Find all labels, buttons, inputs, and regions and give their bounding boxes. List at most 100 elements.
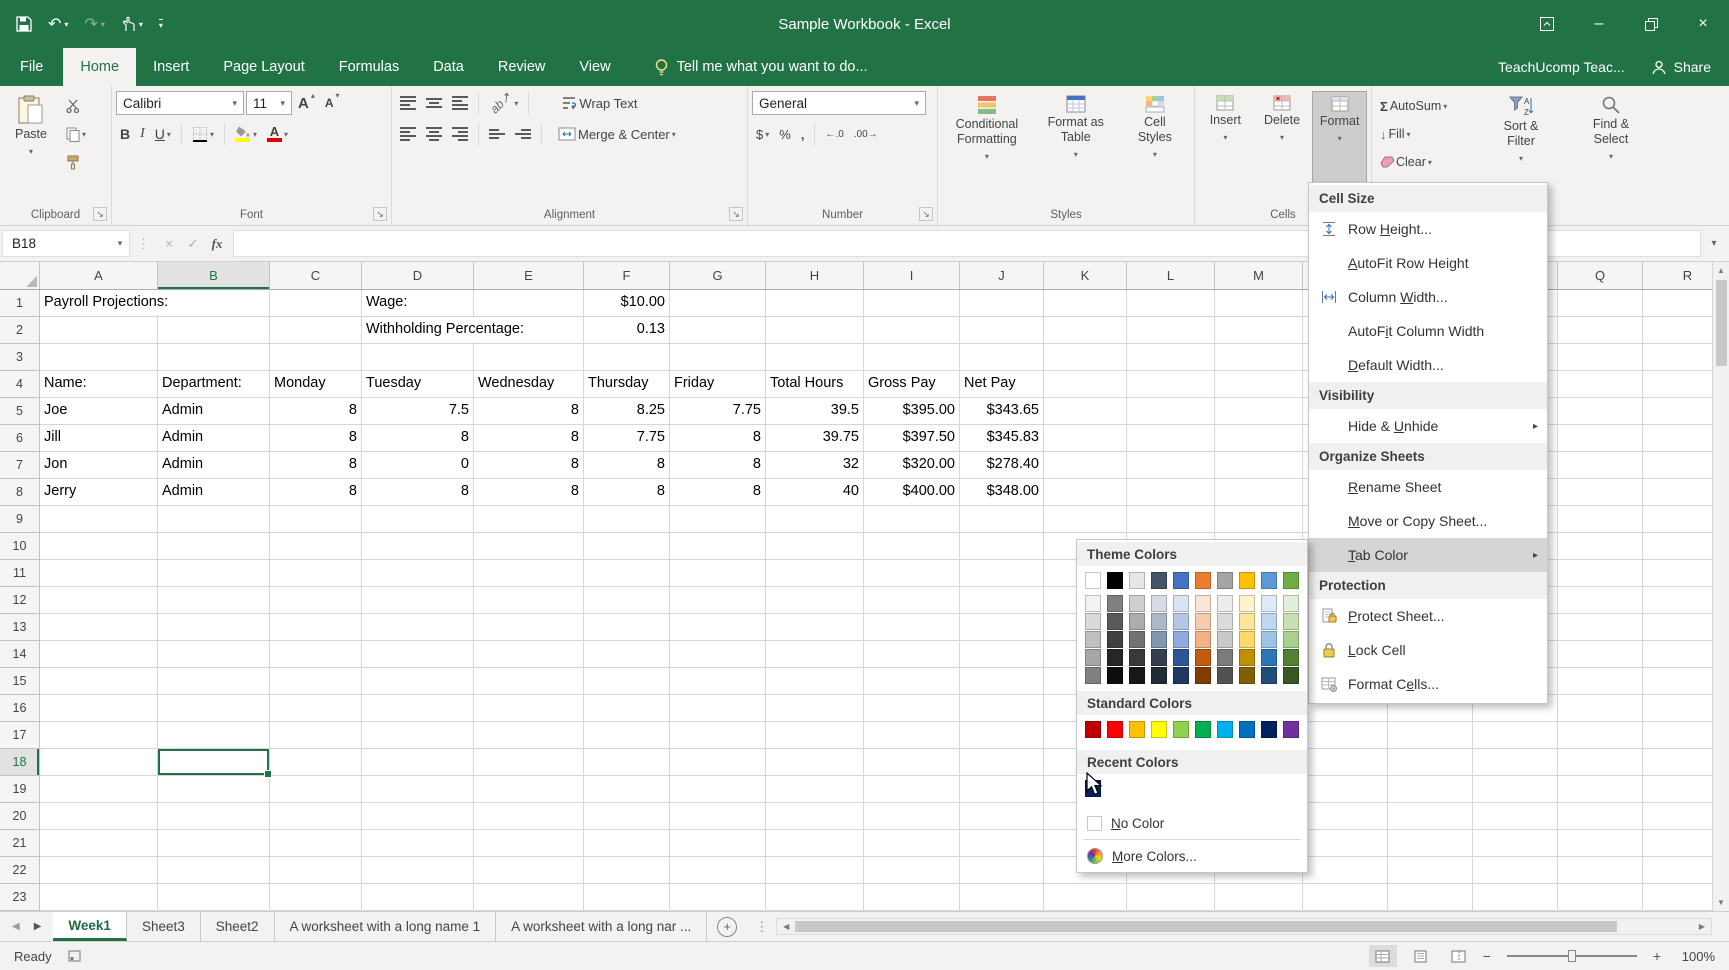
cell-L7[interactable] (1127, 452, 1215, 479)
cell-G11[interactable] (670, 560, 766, 587)
cell-I9[interactable] (864, 506, 960, 533)
column-header-Q[interactable]: Q (1558, 262, 1643, 289)
cell-R7[interactable] (1643, 452, 1712, 479)
cell-A4[interactable]: Name: (40, 371, 158, 398)
cell-D13[interactable] (362, 614, 474, 641)
undo-dropdown-icon[interactable]: ▾ (64, 20, 68, 29)
cell-K2[interactable] (1044, 317, 1127, 344)
delete-cells-button[interactable]: Delete ▾ (1256, 91, 1309, 191)
cell-Q22[interactable] (1558, 857, 1643, 884)
menu-item-protect-sheet[interactable]: Protect Sheet... (1309, 599, 1547, 633)
cell-Q16[interactable] (1558, 695, 1643, 722)
cell-J2[interactable] (960, 317, 1044, 344)
row-header-3[interactable]: 3 (0, 344, 40, 371)
theme-variant-swatch[interactable] (1261, 667, 1277, 684)
cell-Q17[interactable] (1558, 722, 1643, 749)
theme-variant-swatch[interactable] (1261, 631, 1277, 648)
customize-qat-button[interactable]: ▾ (158, 18, 163, 30)
cell-L2[interactable] (1127, 317, 1215, 344)
cell-A6[interactable]: Jill (40, 425, 158, 452)
theme-variant-swatch[interactable] (1085, 595, 1101, 612)
column-header-K[interactable]: K (1044, 262, 1127, 289)
cell-N19[interactable] (1303, 776, 1388, 803)
cell-F10[interactable] (584, 533, 670, 560)
cell-G1[interactable] (670, 290, 766, 317)
cell-A5[interactable]: Joe (40, 398, 158, 425)
cell-F3[interactable] (584, 344, 670, 371)
cell-I2[interactable] (864, 317, 960, 344)
cell-F7[interactable]: 8 (584, 452, 670, 479)
theme-variant-swatch[interactable] (1239, 613, 1255, 630)
theme-variant-swatch[interactable] (1151, 613, 1167, 630)
row-header-15[interactable]: 15 (0, 668, 40, 695)
sheet-tab-a-worksheet-with-a-long-nar[interactable]: A worksheet with a long nar ... (496, 912, 708, 941)
theme-variant-swatch[interactable] (1217, 613, 1233, 630)
row-header-14[interactable]: 14 (0, 641, 40, 668)
cell-A12[interactable] (40, 587, 158, 614)
sheet-tab-sheet3[interactable]: Sheet3 (127, 912, 201, 941)
horizontal-scroll-thumb[interactable] (795, 921, 1617, 932)
cell-O23[interactable] (1388, 884, 1473, 911)
menu-item-format-cells[interactable]: Format Cells... (1309, 667, 1547, 701)
cell-B12[interactable] (158, 587, 270, 614)
menu-item-rename-sheet[interactable]: Rename Sheet (1309, 470, 1547, 504)
cell-Q8[interactable] (1558, 479, 1643, 506)
number-format-select[interactable]: General ▾ (752, 91, 926, 115)
cell-P22[interactable] (1473, 857, 1558, 884)
row-header-12[interactable]: 12 (0, 587, 40, 614)
cell-R1[interactable] (1643, 290, 1712, 317)
cell-H3[interactable] (766, 344, 864, 371)
zoom-slider-thumb[interactable] (1567, 950, 1576, 962)
sheet-tab-sheet2[interactable]: Sheet2 (201, 912, 275, 941)
cell-G14[interactable] (670, 641, 766, 668)
cell-G13[interactable] (670, 614, 766, 641)
cell-D18[interactable] (362, 749, 474, 776)
theme-variant-swatch[interactable] (1129, 595, 1145, 612)
comma-style-button[interactable]: , (797, 122, 809, 146)
cell-F9[interactable] (584, 506, 670, 533)
cell-I11[interactable] (864, 560, 960, 587)
menu-item-hide-unhide[interactable]: Hide & Unhide ▸ (1309, 409, 1547, 443)
conditional-formatting-button[interactable]: Conditional Formatting ▾ (942, 91, 1032, 191)
theme-variant-swatch[interactable] (1107, 631, 1123, 648)
cell-A20[interactable] (40, 803, 158, 830)
cell-R22[interactable] (1643, 857, 1712, 884)
cell-F20[interactable] (584, 803, 670, 830)
cell-K9[interactable] (1044, 506, 1127, 533)
cell-C13[interactable] (270, 614, 362, 641)
column-header-E[interactable]: E (474, 262, 584, 289)
theme-color-swatch[interactable] (1129, 572, 1145, 589)
cell-R11[interactable] (1643, 560, 1712, 587)
row-header-9[interactable]: 9 (0, 506, 40, 533)
cell-R6[interactable] (1643, 425, 1712, 452)
number-dialog-launcher[interactable]: ↘ (919, 207, 933, 221)
standard-color-swatch[interactable] (1129, 721, 1145, 738)
cell-Q3[interactable] (1558, 344, 1643, 371)
cell-O20[interactable] (1388, 803, 1473, 830)
cell-B7[interactable]: Admin (158, 452, 270, 479)
font-dialog-launcher[interactable]: ↘ (373, 207, 387, 221)
cell-D23[interactable] (362, 884, 474, 911)
top-align-button[interactable] (396, 91, 420, 115)
cell-A22[interactable] (40, 857, 158, 884)
cell-I20[interactable] (864, 803, 960, 830)
cell-F15[interactable] (584, 668, 670, 695)
cell-B16[interactable] (158, 695, 270, 722)
theme-variant-swatch[interactable] (1107, 595, 1123, 612)
cell-Q14[interactable] (1558, 641, 1643, 668)
menu-item-move-or-copy-sheet[interactable]: Move or Copy Sheet... (1309, 504, 1547, 538)
theme-color-swatch[interactable] (1195, 572, 1211, 589)
cell-H4[interactable]: Total Hours (766, 371, 864, 398)
row-header-22[interactable]: 22 (0, 857, 40, 884)
cell-B18[interactable] (158, 749, 272, 778)
cell-A23[interactable] (40, 884, 158, 911)
column-header-L[interactable]: L (1127, 262, 1215, 289)
cell-R18[interactable] (1643, 749, 1712, 776)
sheet-tab-week1[interactable]: Week1 (53, 912, 127, 941)
cell-C5[interactable]: 8 (270, 398, 362, 425)
cell-I18[interactable] (864, 749, 960, 776)
cell-H14[interactable] (766, 641, 864, 668)
cell-A9[interactable] (40, 506, 158, 533)
cell-F11[interactable] (584, 560, 670, 587)
cell-L6[interactable] (1127, 425, 1215, 452)
